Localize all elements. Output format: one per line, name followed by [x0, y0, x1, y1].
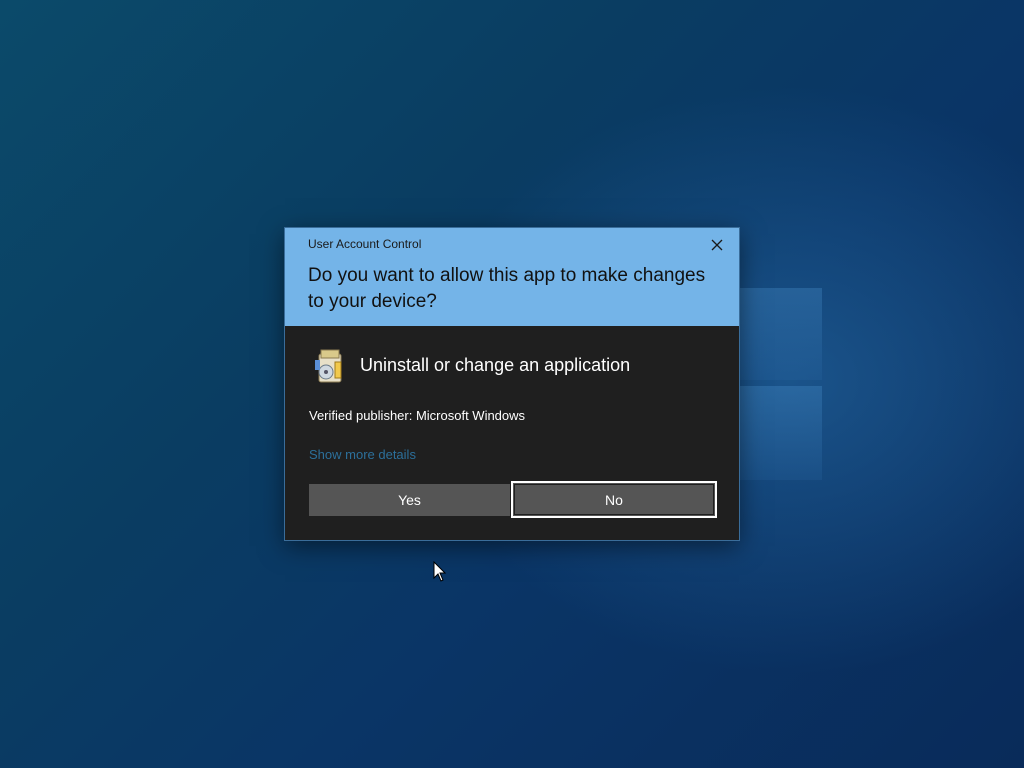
- uac-header: User Account Control Do you want to allo…: [285, 228, 739, 326]
- window-title: User Account Control: [308, 237, 422, 251]
- uac-dialog: User Account Control Do you want to allo…: [285, 228, 739, 540]
- installer-icon: [313, 348, 347, 384]
- windows-logo-pane-top: [740, 288, 822, 380]
- app-name: Uninstall or change an application: [360, 355, 631, 375]
- close-icon: [711, 239, 723, 251]
- mouse-pointer-icon: [433, 561, 447, 582]
- no-button[interactable]: No: [511, 481, 717, 518]
- uac-question: Do you want to allow this app to make ch…: [308, 265, 706, 312]
- show-more-details-link[interactable]: Show more details: [309, 447, 416, 462]
- verified-publisher: Verified publisher: Microsoft Windows: [309, 408, 526, 423]
- windows-logo-icon: [740, 288, 822, 480]
- windows-logo-pane-bottom: [740, 386, 822, 480]
- yes-button[interactable]: Yes: [309, 484, 510, 516]
- close-button[interactable]: [705, 234, 729, 256]
